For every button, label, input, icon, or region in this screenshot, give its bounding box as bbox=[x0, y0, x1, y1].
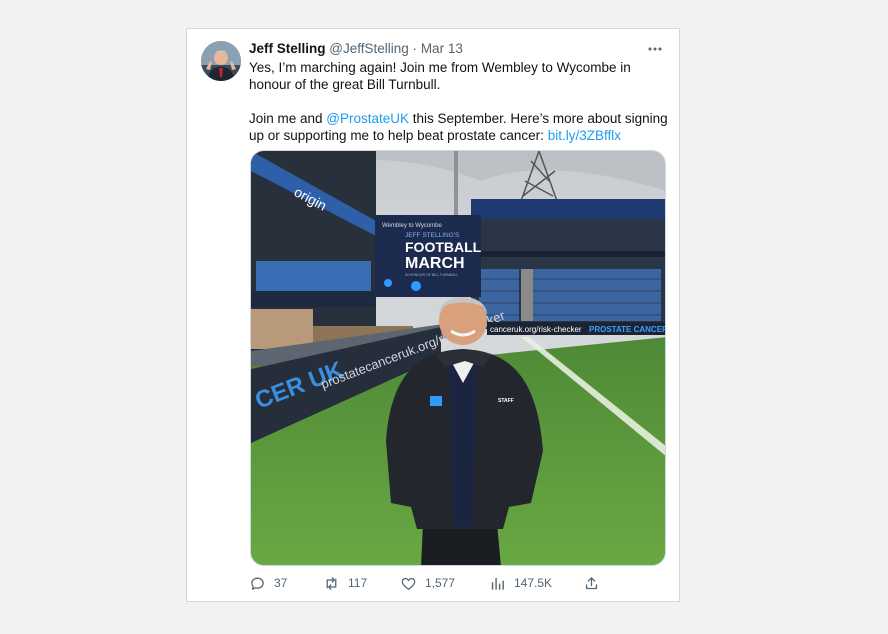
tweet-photo[interactable]: origin Wembley to Wycombe JEFF STELLING'… bbox=[250, 150, 666, 566]
like-count: 1,577 bbox=[425, 576, 456, 590]
mention-link[interactable]: @ProstateUK bbox=[326, 111, 409, 126]
like-button[interactable]: 1,577 bbox=[400, 573, 455, 593]
retweet-count: 117 bbox=[348, 576, 368, 590]
retweet-icon bbox=[326, 576, 337, 590]
tweet-date[interactable]: Mar 13 bbox=[421, 41, 463, 56]
tweet-actions: 37 117 1,577 147.5K bbox=[249, 573, 665, 593]
board-right-url: canceruk.org/risk-checker bbox=[490, 325, 582, 334]
share-icon bbox=[585, 576, 598, 589]
text-segment: Join me and bbox=[249, 111, 327, 126]
views-count: 147.5K bbox=[514, 576, 553, 590]
tweet-header: Jeff Stelling @JeffStelling · Mar 13 bbox=[249, 40, 639, 58]
author-name[interactable]: Jeff Stelling bbox=[249, 41, 326, 56]
views-icon bbox=[491, 577, 504, 590]
reply-count: 37 bbox=[274, 576, 288, 590]
avatar[interactable] bbox=[201, 41, 241, 81]
retweet-button[interactable]: 117 bbox=[323, 573, 367, 593]
board-right-name: PROSTATE CANCER UK bbox=[589, 325, 666, 334]
sign-top-text: JEFF STELLING'S bbox=[405, 232, 460, 239]
tweet-card[interactable]: Jeff Stelling @JeffStelling · Mar 13 Yes… bbox=[186, 28, 680, 602]
separator-dot: · bbox=[412, 41, 418, 56]
url-link[interactable]: bit.ly/3ZBfflx bbox=[548, 128, 621, 143]
views-button[interactable]: 147.5K bbox=[489, 573, 552, 593]
share-button[interactable] bbox=[583, 573, 600, 593]
sign-subtitle: Wembley to Wycombe bbox=[382, 223, 443, 229]
tweet-paragraph-1: Yes, I’m marching again! Join me from We… bbox=[249, 60, 631, 92]
author-handle[interactable]: @JeffStelling bbox=[329, 41, 409, 56]
tweet-paragraph-2: Join me and @ProstateUK this September. … bbox=[249, 110, 669, 144]
sign-title-line-1: FOOTBALL bbox=[405, 239, 482, 255]
reply-icon bbox=[251, 577, 264, 590]
like-icon bbox=[401, 577, 416, 590]
sign-honour-text: IN HONOUR OF BILL TURNBULL bbox=[405, 273, 458, 277]
jacket-label: STAFF bbox=[498, 398, 514, 404]
reply-button[interactable]: 37 bbox=[249, 573, 287, 593]
tweet-text: Yes, I’m marching again! Join me from We… bbox=[249, 59, 669, 161]
more-icon[interactable] bbox=[645, 39, 665, 59]
sign-title-line-2: MARCH bbox=[405, 255, 465, 272]
